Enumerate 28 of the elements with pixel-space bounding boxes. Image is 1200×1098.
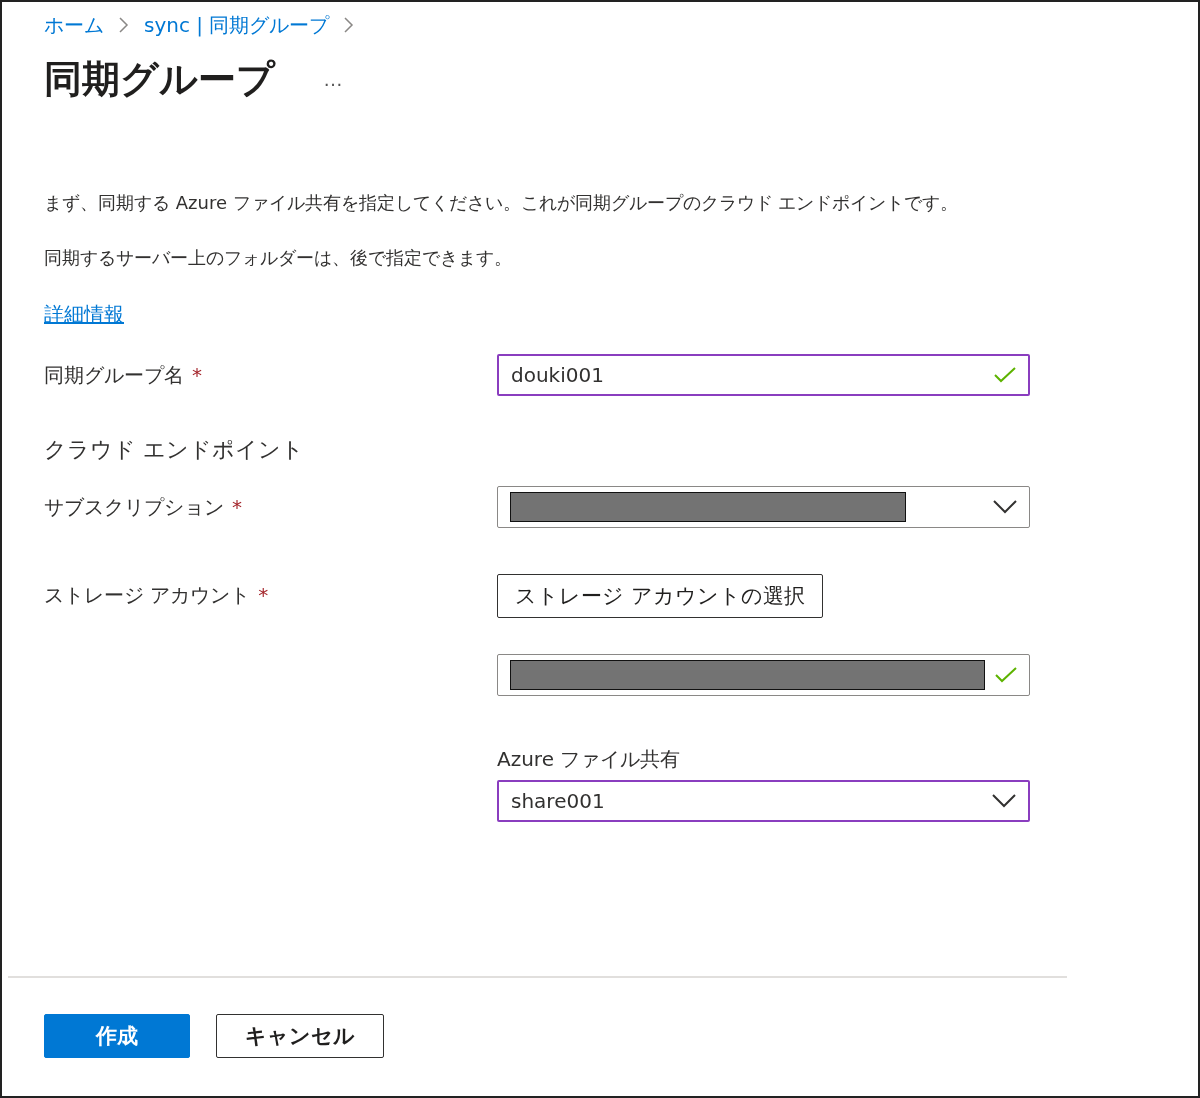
checkmark-icon [995,667,1017,683]
select-storage-button[interactable]: ストレージ アカウントの選択 [497,574,823,618]
chevron-right-icon [118,17,130,33]
breadcrumb-link[interactable]: sync | 同期グループ [144,11,330,39]
field-label: ストレージ アカウント [44,582,251,609]
required-mark: * [232,495,242,519]
field-label: 同期グループ名 [44,362,184,389]
breadcrumb-link[interactable]: ホーム [44,11,104,39]
description-text: 同期するサーバー上のフォルダーは、後で指定できます。 [44,246,513,270]
required-mark: * [192,363,202,387]
chevron-down-icon [993,500,1017,514]
field-label: Azure ファイル共有 [497,746,682,773]
more-button[interactable]: … [319,68,347,91]
description-text: まず、同期する Azure ファイル共有を指定してください。これが同期グループのクラウド エンドポイントです。 [44,191,960,215]
chevron-down-icon [992,794,1016,808]
dropdown-field[interactable] [497,486,1030,528]
dropdown-field[interactable]: share001 [497,780,1030,822]
create-button[interactable]: 作成 [44,1014,190,1058]
input-field[interactable] [497,654,1030,696]
page-title: 同期グループ [44,56,275,103]
input-field[interactable]: douki001 [497,354,1030,396]
required-mark: * [258,583,269,607]
field-label: サブスクリプション [44,494,224,521]
checkmark-icon [994,367,1016,383]
section-heading: クラウド エンドポイント [44,436,305,464]
cancel-button[interactable]: キャンセル [216,1014,384,1058]
learn-more-link[interactable]: 詳細情報 [44,302,124,326]
chevron-right-icon [343,17,356,33]
